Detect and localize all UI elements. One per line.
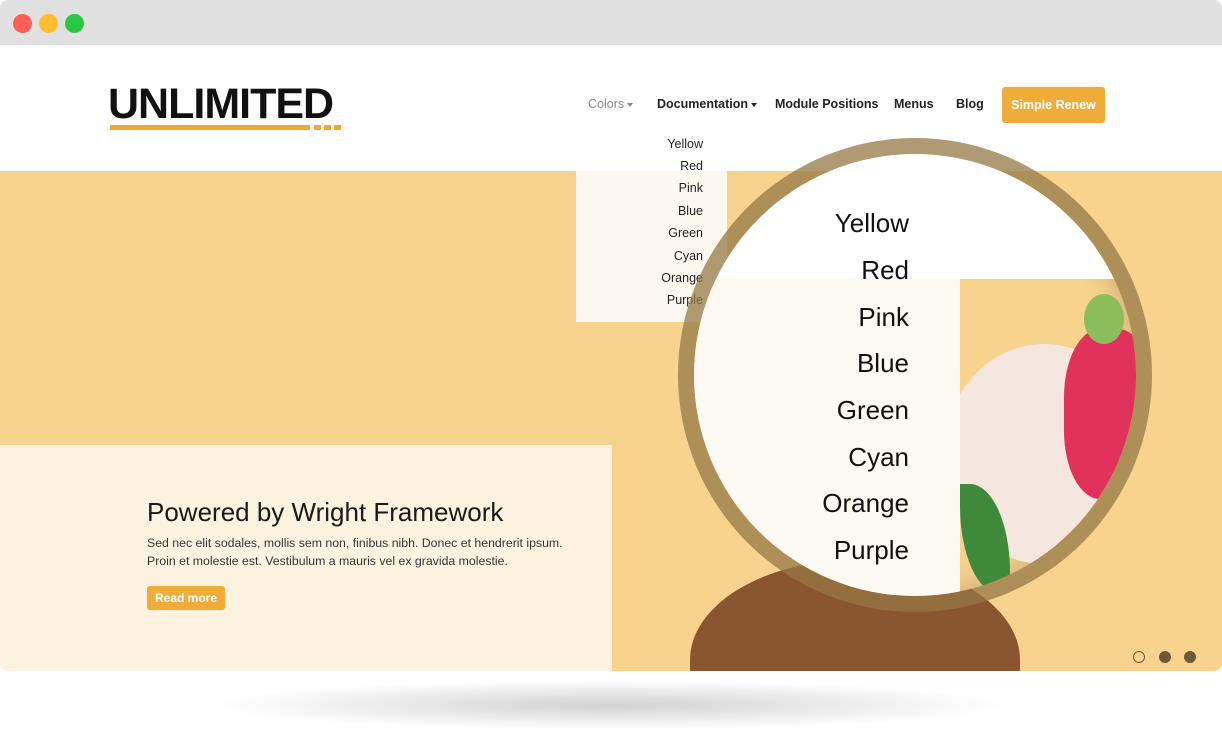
magnifier-lens: Yellow Red Pink Blue Green Cyan Orange P… xyxy=(694,154,1136,596)
nav-label: Documentation xyxy=(657,97,748,111)
magnified-item: Blue xyxy=(856,348,909,378)
logo-dot xyxy=(314,125,321,130)
logo-dot xyxy=(324,125,331,130)
logo-underline xyxy=(110,125,310,130)
nav-menus[interactable]: Menus xyxy=(894,97,934,111)
nav-blog[interactable]: Blog xyxy=(956,97,984,111)
magnified-item: Pink xyxy=(858,302,909,332)
magnified-item: Yellow xyxy=(834,208,909,238)
magnified-header xyxy=(694,154,1136,279)
maximize-button[interactable] xyxy=(65,14,84,33)
simple-renew-button[interactable]: Simple Renew xyxy=(1002,87,1105,123)
caret-down-icon xyxy=(627,102,634,107)
browser-window: UNLIMITED Colors Documentation Module Po… xyxy=(0,0,1222,671)
hero-text: Sed nec elit sodales, mollis sem non, fi… xyxy=(147,536,563,568)
magnified-dropdown xyxy=(694,279,960,596)
magnified-item: Purple xyxy=(833,535,909,565)
window-shadow xyxy=(210,680,1010,730)
bud-image xyxy=(1084,294,1124,344)
slide-dot-2[interactable] xyxy=(1159,651,1171,663)
nav-colors[interactable]: Colors xyxy=(588,97,634,111)
read-more-button[interactable]: Read more xyxy=(147,586,225,610)
logo[interactable]: UNLIMITED xyxy=(108,80,334,129)
slide-dot-1[interactable] xyxy=(1133,651,1145,663)
magnified-item: Green xyxy=(836,395,909,425)
magnified-item: Orange xyxy=(822,488,909,518)
dropdown-item-yellow[interactable]: Yellow xyxy=(667,137,703,151)
magnified-item: Red xyxy=(861,255,909,285)
magnified-item: Cyan xyxy=(848,442,909,472)
minimize-button[interactable] xyxy=(39,14,58,33)
nav-documentation[interactable]: Documentation xyxy=(657,97,757,111)
nav-label: Colors xyxy=(588,97,625,111)
caret-down-icon xyxy=(750,102,757,107)
hero-title: Powered by Wright Framework xyxy=(147,497,504,527)
title-bar xyxy=(0,0,1222,45)
slide-dot-3[interactable] xyxy=(1184,651,1196,663)
logo-dot xyxy=(334,125,341,130)
close-button[interactable] xyxy=(13,14,32,33)
rose-image xyxy=(1064,329,1136,499)
nav-module-positions[interactable]: Module Positions xyxy=(775,97,878,111)
